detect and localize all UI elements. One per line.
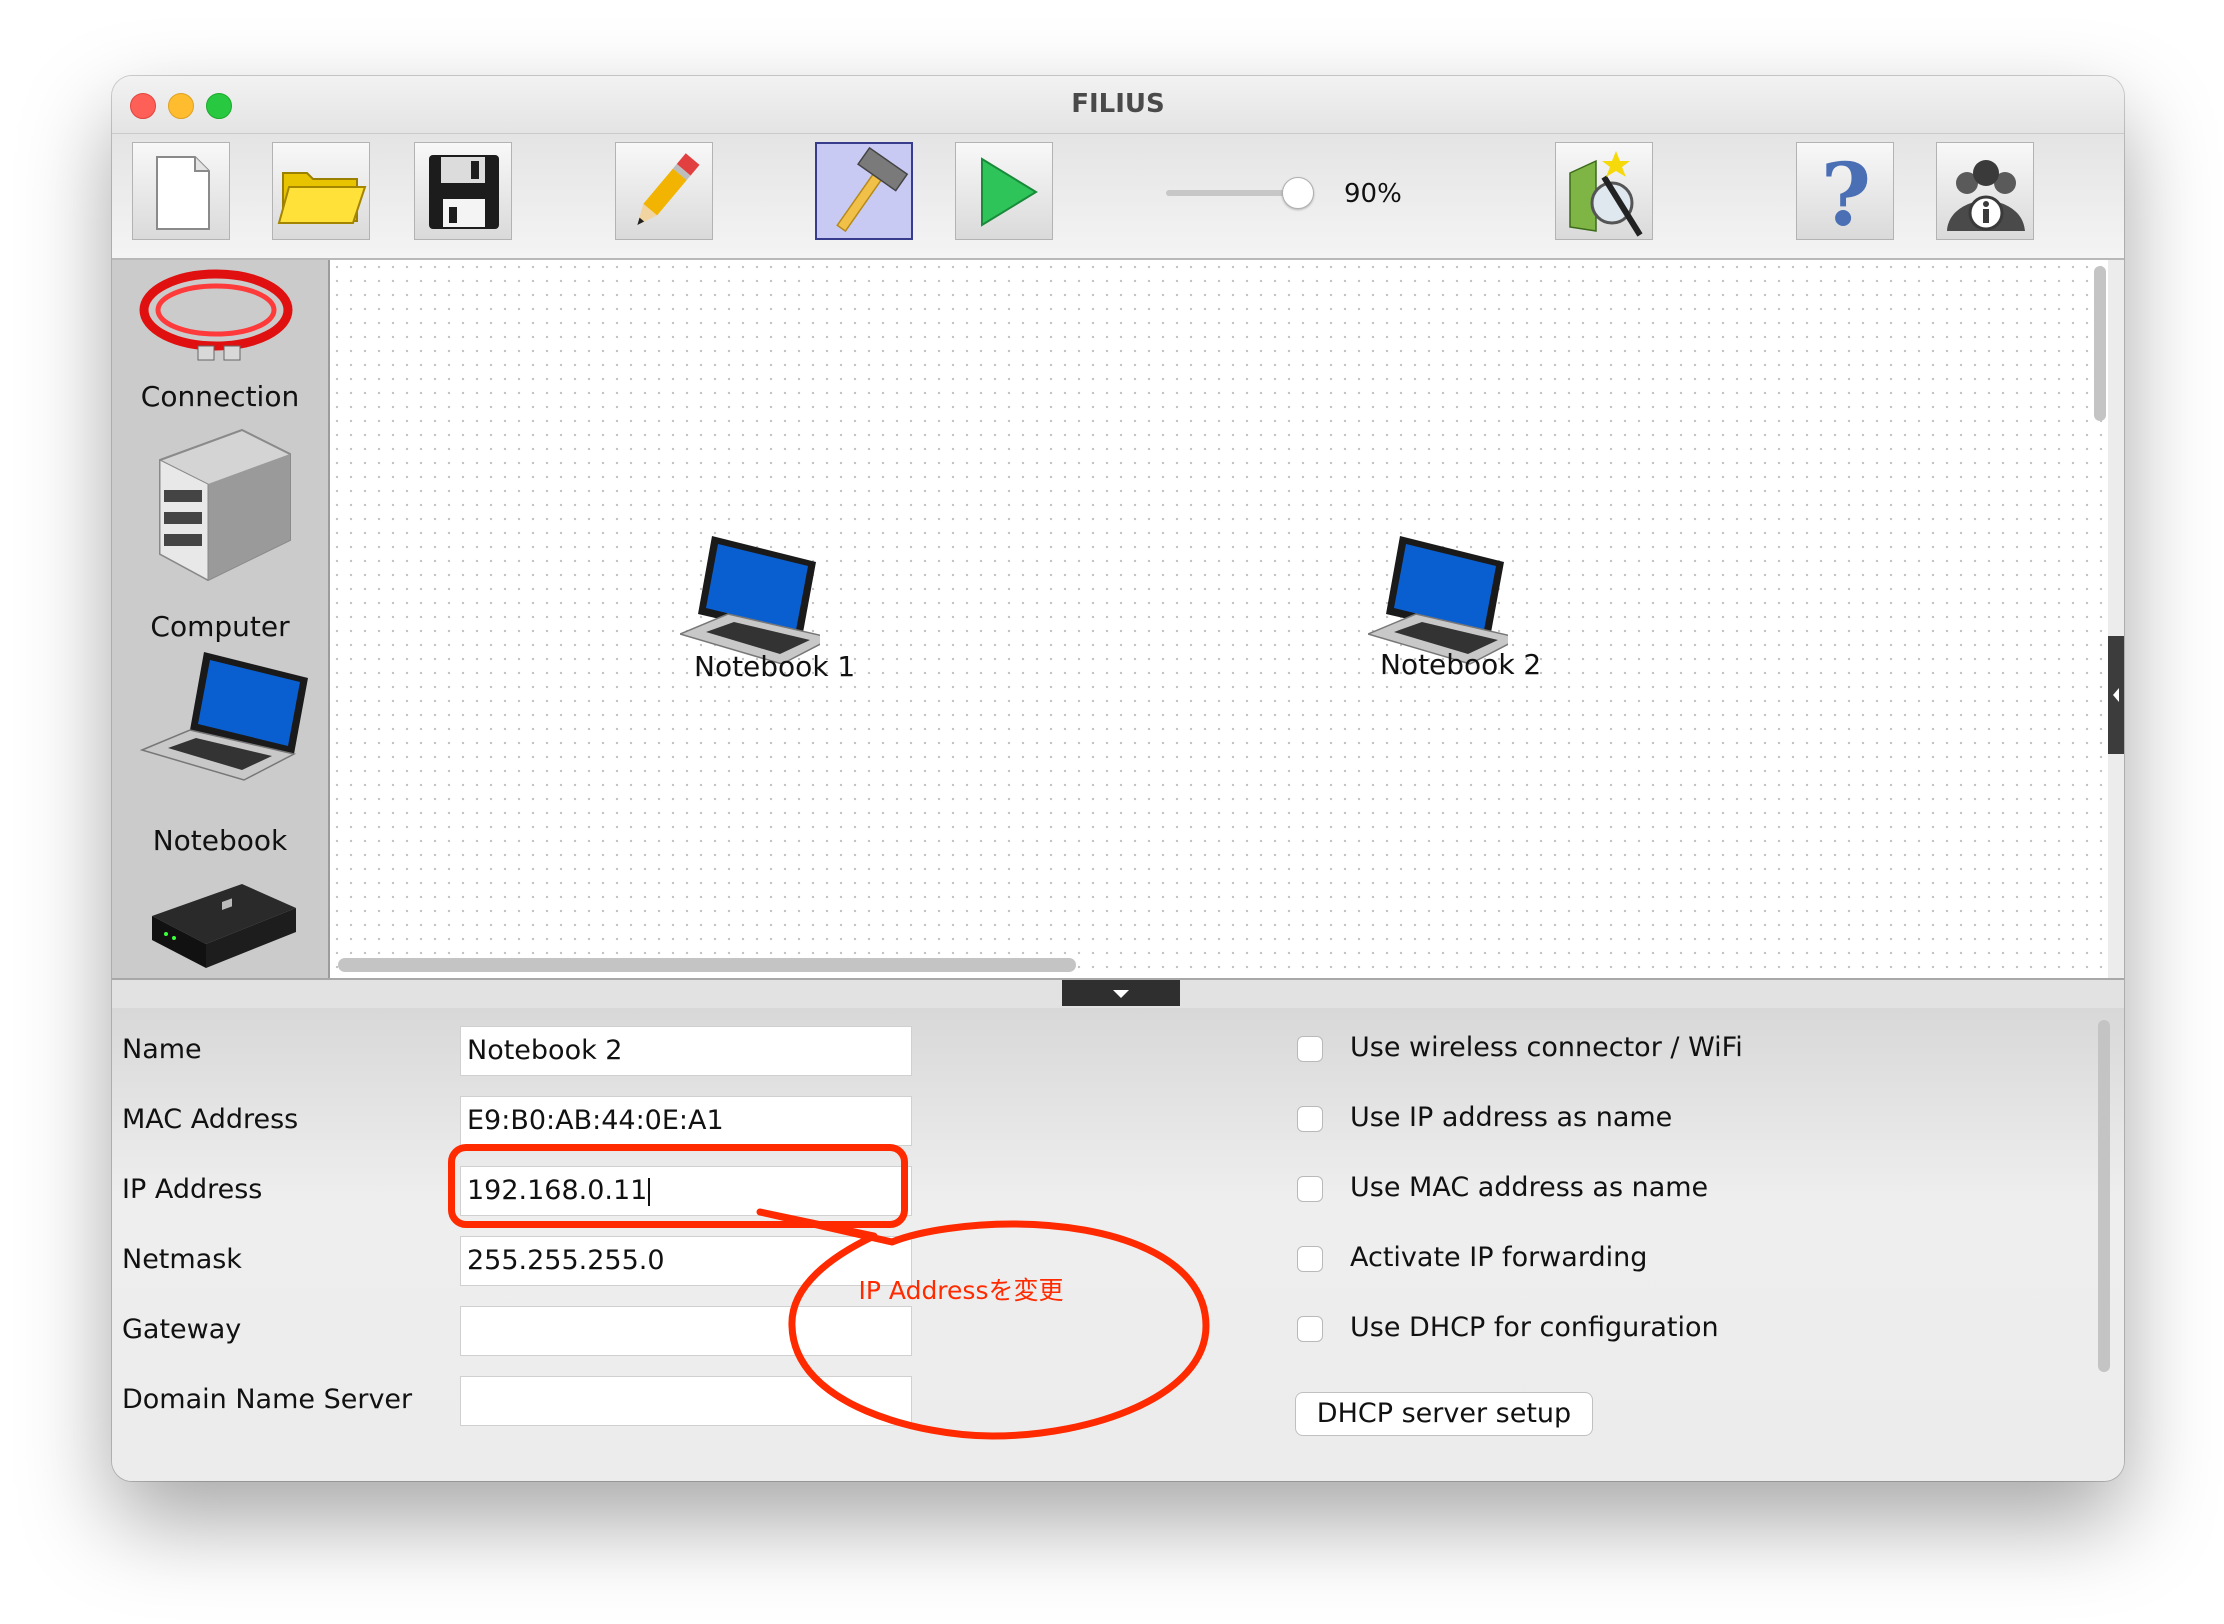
chevron-down-icon xyxy=(1113,990,1129,998)
notebook-icon[interactable] xyxy=(680,528,820,668)
toolbar: ? xyxy=(112,134,2124,260)
properties-scrollbar[interactable] xyxy=(2098,1020,2110,1372)
dhcp-checkbox-label[interactable]: Use DHCP for configuration xyxy=(1350,1312,1719,1343)
zoom-level-label: 90% xyxy=(1344,179,1402,209)
ip-forwarding-checkbox[interactable] xyxy=(1297,1246,1323,1272)
palette-item-connection[interactable] xyxy=(112,266,328,370)
ip-address-label: IP Address xyxy=(122,1174,263,1205)
info-group-icon xyxy=(1947,160,2025,231)
network-canvas[interactable]: Notebook 1 Notebook 2 xyxy=(330,260,2108,978)
wizard-button[interactable] xyxy=(1555,142,1653,240)
callout-text: IP Addressを変更 xyxy=(858,1276,1064,1305)
name-field[interactable]: Notebook 2 xyxy=(460,1026,912,1076)
wifi-checkbox-label[interactable]: Use wireless connector / WiFi xyxy=(1350,1032,1743,1063)
mac-as-name-checkbox-label[interactable]: Use MAC address as name xyxy=(1350,1172,1708,1203)
wifi-checkbox[interactable] xyxy=(1297,1036,1323,1062)
mac-address-label: MAC Address xyxy=(122,1104,299,1135)
ip-forwarding-checkbox-label[interactable]: Activate IP forwarding xyxy=(1350,1242,1647,1273)
magic-wand-icon xyxy=(1569,151,1643,237)
new-file-button[interactable] xyxy=(132,142,230,240)
notebook-icon xyxy=(139,652,308,781)
ip-as-name-checkbox-label[interactable]: Use IP address as name xyxy=(1350,1102,1672,1133)
dns-field[interactable] xyxy=(460,1376,912,1426)
save-file-button[interactable] xyxy=(414,142,512,240)
name-label: Name xyxy=(122,1034,202,1065)
title-bar: FILIUS xyxy=(112,76,2124,134)
ip-as-name-checkbox[interactable] xyxy=(1297,1106,1323,1132)
side-panel-toggle[interactable] xyxy=(2108,636,2124,754)
svg-text:?: ? xyxy=(1821,145,1871,241)
gateway-label: Gateway xyxy=(122,1314,242,1345)
new-file-icon xyxy=(156,156,210,230)
node-label-notebook-2[interactable]: Notebook 2 xyxy=(1380,648,1541,681)
window-title: FILIUS xyxy=(1071,89,1165,119)
ip-address-highlight xyxy=(448,1144,908,1228)
cable-icon xyxy=(139,269,293,361)
switch-icon xyxy=(152,884,296,968)
dhcp-checkbox[interactable] xyxy=(1297,1316,1323,1342)
chevron-left-icon xyxy=(2113,688,2119,702)
dns-label: Domain Name Server xyxy=(122,1384,413,1415)
edit-button[interactable] xyxy=(615,142,713,240)
server-icon xyxy=(159,428,291,582)
open-file-button[interactable] xyxy=(272,142,370,240)
folder-icon xyxy=(277,172,367,224)
help-button[interactable]: ? xyxy=(1796,142,1894,241)
split-divider[interactable] xyxy=(112,978,2124,1010)
canvas-horizontal-scrollbar[interactable] xyxy=(338,958,1076,972)
simulation-button[interactable] xyxy=(955,142,1053,240)
node-label-notebook-1[interactable]: Notebook 1 xyxy=(694,650,855,683)
zoom-slider-track[interactable] xyxy=(1166,190,1296,196)
pencil-icon xyxy=(637,153,700,225)
hammer-icon xyxy=(836,146,909,233)
dhcp-server-setup-button[interactable]: DHCP server setup xyxy=(1295,1392,1593,1436)
palette-label-notebook: Notebook xyxy=(152,824,288,857)
collapse-panel-toggle[interactable] xyxy=(1062,980,1180,1006)
filius-window: FILIUS ? 90% Connection Computer Noteboo… xyxy=(112,76,2124,1481)
gateway-field[interactable] xyxy=(460,1306,912,1356)
palette-label-computer: Computer xyxy=(150,610,290,643)
notebook-icon[interactable] xyxy=(1368,528,1508,668)
netmask-label: Netmask xyxy=(122,1244,242,1275)
floppy-disk-icon xyxy=(429,155,499,229)
play-icon xyxy=(981,157,1038,227)
zoom-slider-knob[interactable] xyxy=(1282,177,1314,209)
question-mark-icon: ? xyxy=(1821,145,1871,241)
component-palette: Connection Computer Notebook xyxy=(112,260,330,978)
design-mode-button[interactable] xyxy=(815,142,913,240)
mac-address-field[interactable]: E9:B0:AB:44:0E:A1 xyxy=(460,1096,912,1146)
properties-panel xyxy=(112,1008,2124,1481)
palette-item-notebook[interactable] xyxy=(112,642,328,786)
palette-item-computer[interactable] xyxy=(112,420,328,604)
palette-label-connection: Connection xyxy=(140,380,300,413)
canvas-vertical-scrollbar[interactable] xyxy=(2094,266,2106,421)
palette-item-switch[interactable] xyxy=(112,864,328,978)
info-button[interactable] xyxy=(1936,142,2034,240)
mac-as-name-checkbox[interactable] xyxy=(1297,1176,1323,1202)
